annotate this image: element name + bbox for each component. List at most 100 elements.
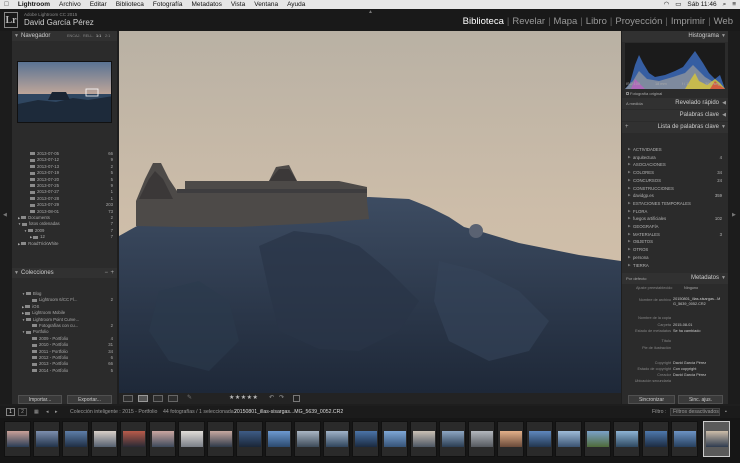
zoom-fit[interactable]: ENCAJ.	[67, 31, 81, 41]
collection-row[interactable]: 2014 - Portfolio 5	[12, 368, 117, 374]
zoom-1to1[interactable]: 1:1	[96, 31, 101, 41]
keyword-row[interactable]: ▶ OBJETOS	[622, 238, 728, 246]
filmstrip-thumbnail[interactable]	[294, 421, 321, 457]
remove-icon[interactable]: −	[104, 268, 108, 278]
menu-biblioteca[interactable]: Biblioteca	[116, 0, 144, 9]
prev-icon[interactable]: ◂	[46, 406, 49, 418]
filmstrip-thumbnail[interactable]	[642, 421, 669, 457]
filmstrip-thumbnail[interactable]	[236, 421, 263, 457]
metadata-view-select[interactable]: Por defecto	[626, 273, 646, 284]
search-icon[interactable]: ⌕	[723, 0, 727, 9]
navigator-header[interactable]: ▼ Navegador ENCAJ. RELL. 1:1 2:1	[12, 31, 117, 41]
keywords-header[interactable]: Palabras clave ◀	[622, 110, 728, 121]
clock[interactable]: Sáb 11:46	[687, 0, 716, 9]
filmstrip-thumbnail[interactable]	[584, 421, 611, 457]
zoom-fill[interactable]: RELL.	[83, 31, 94, 41]
filmstrip-thumbnail[interactable]	[439, 421, 466, 457]
collapse-left-icon[interactable]: ◀	[3, 212, 7, 218]
keyword-row[interactable]: ▶ FLORA	[622, 208, 728, 216]
sync-button[interactable]: Sincronizar	[628, 395, 675, 404]
list-icon[interactable]: ≡	[732, 0, 736, 9]
keyword-row[interactable]: ▶ ESTACIONES TEMPORALES	[622, 200, 728, 208]
filmstrip-thumbnail[interactable]	[178, 421, 205, 457]
filmstrip-thumbnail[interactable]	[410, 421, 437, 457]
module-biblioteca[interactable]: Biblioteca	[460, 16, 507, 27]
filmstrip-thumbnail[interactable]	[149, 421, 176, 457]
menu-editar[interactable]: Editar	[90, 0, 107, 9]
export-button[interactable]: Exportar...	[67, 395, 112, 404]
collapse-top-icon[interactable]: ▲	[368, 9, 373, 15]
module-revelar[interactable]: Revelar	[509, 16, 548, 27]
keyword-row[interactable]: ▶ COLORES 34	[622, 169, 728, 177]
filmstrip-thumbnail[interactable]	[91, 421, 118, 457]
keyword-row[interactable]: ▶ ACTIVIDADES	[622, 146, 728, 154]
original-photo-checkbox[interactable]: Fotografía original	[626, 91, 662, 96]
filmstrip-thumbnail[interactable]	[4, 421, 31, 457]
add-keyword-icon[interactable]: +	[625, 122, 629, 133]
second-window-button[interactable]: 2	[18, 408, 27, 416]
collections-header[interactable]: ▼ Colecciones − +	[12, 268, 117, 278]
keyword-row[interactable]: ▶ CONCURSOS 24	[622, 177, 728, 185]
selected-file[interactable]: 20150801_illas-sisargas...MG_5639_0052.C…	[234, 406, 343, 418]
painter-icon[interactable]: ✎	[187, 394, 192, 401]
keyword-row[interactable]: ▶ CONSTRUCCIONES	[622, 185, 728, 193]
filter-lock-icon[interactable]: ▪	[725, 406, 727, 418]
wifi-icon[interactable]: ◠	[664, 0, 670, 9]
keyword-row[interactable]: ▶ GEOGRAFÍA	[622, 223, 728, 231]
menu-ayuda[interactable]: Ayuda	[287, 0, 305, 9]
module-proyeccion[interactable]: Proyección	[612, 16, 665, 27]
filmstrip-thumbnail[interactable]	[323, 421, 350, 457]
filmstrip-thumbnail[interactable]	[33, 421, 60, 457]
grid-icon[interactable]: ▦	[34, 406, 39, 418]
loupe-view-icon[interactable]	[138, 395, 148, 402]
menu-fotografia[interactable]: Fotografía	[153, 0, 183, 9]
menu-ventana[interactable]: Ventana	[254, 0, 278, 9]
menu-app[interactable]: Lightroom	[18, 0, 50, 9]
metadata-header[interactable]: Por defecto Metadatos ▼	[622, 273, 728, 284]
survey-view-icon[interactable]	[168, 395, 178, 402]
filmstrip-thumbnail[interactable]	[671, 421, 698, 457]
filmstrip-thumbnail[interactable]	[120, 421, 147, 457]
keyword-row[interactable]: ▶ fuegos artificiales 102	[622, 215, 728, 223]
filmstrip-thumbnail[interactable]	[613, 421, 640, 457]
rotate-left-icon[interactable]: ↶	[269, 394, 274, 401]
module-libro[interactable]: Libro	[583, 16, 610, 27]
sync-settings-button[interactable]: Sinc. ajus.	[678, 395, 723, 404]
keyword-row[interactable]: ▶ ASOCIACIONES	[622, 161, 728, 169]
menu-archivo[interactable]: Archivo	[59, 0, 81, 9]
keyword-row[interactable]: ▶ MATERIALES 3	[622, 231, 728, 239]
filmstrip-thumbnail-selected[interactable]	[703, 421, 730, 457]
zoom-2to1[interactable]: 2:1	[105, 31, 110, 41]
histogram-header[interactable]: Histograma ▼	[622, 31, 728, 42]
module-imprimir[interactable]: Imprimir	[668, 16, 708, 27]
source-label[interactable]: Colección inteligente : 2015 - Portfolio	[70, 406, 157, 418]
import-button[interactable]: Importar...	[18, 395, 62, 404]
keyword-row[interactable]: ▶ arquitectura 4	[622, 154, 728, 162]
module-web[interactable]: Web	[711, 16, 736, 27]
filmstrip-thumbnail[interactable]	[207, 421, 234, 457]
menu-metadatos[interactable]: Metadatos	[192, 0, 222, 9]
quick-develop-header[interactable]: A medida Revelado rápido ◀	[622, 98, 728, 109]
collapse-right-icon[interactable]: ▶	[732, 212, 736, 218]
filter-select[interactable]: Filtros desactivados	[670, 408, 720, 416]
keyword-row[interactable]: ▶ OTROS	[622, 246, 728, 254]
navigator-preview[interactable]	[17, 61, 112, 123]
module-mapa[interactable]: Mapa	[551, 16, 581, 27]
loupe-view[interactable]	[119, 31, 621, 393]
main-window-button[interactable]: 1	[6, 408, 15, 416]
keyword-list-header[interactable]: + Lista de palabras clave ▼	[622, 122, 728, 133]
preset-select[interactable]: A medida	[626, 98, 643, 109]
filmstrip-thumbnail[interactable]	[526, 421, 553, 457]
keyword-row[interactable]: ▶ davidgp.es 359	[622, 192, 728, 200]
metadata-preset-select[interactable]: Ninguno	[684, 286, 698, 290]
keyword-row[interactable]: ▶ TIERRA	[622, 262, 728, 270]
compare-view-icon[interactable]	[153, 395, 163, 402]
filmstrip-thumbnail[interactable]	[381, 421, 408, 457]
filmstrip-thumbnail[interactable]	[468, 421, 495, 457]
battery-icon[interactable]: ▭	[675, 0, 681, 9]
keyword-row[interactable]: ▶ persona	[622, 254, 728, 262]
filmstrip-thumbnail[interactable]	[62, 421, 89, 457]
apple-icon[interactable]: 	[4, 0, 9, 9]
filmstrip-thumbnail[interactable]	[352, 421, 379, 457]
folder-row[interactable]: ▶ RoadTrickWhite	[12, 241, 117, 247]
